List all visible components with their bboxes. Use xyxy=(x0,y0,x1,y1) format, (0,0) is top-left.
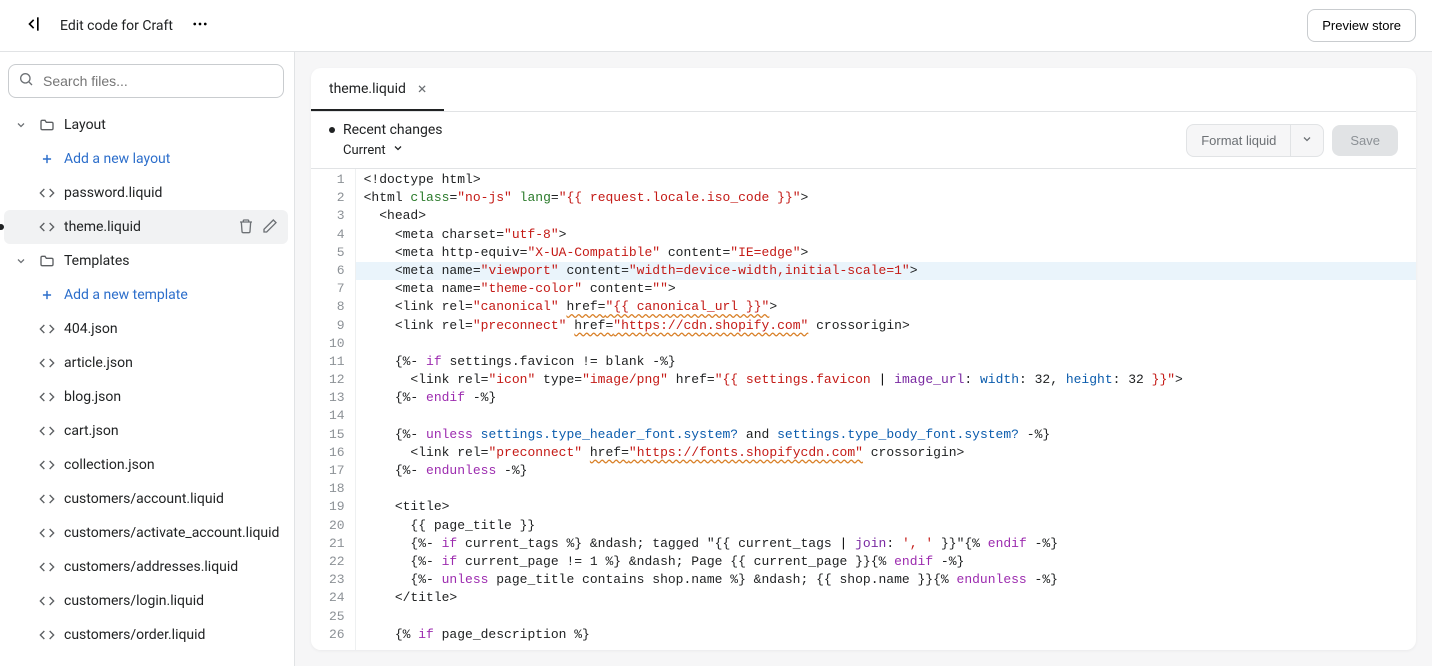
file-row-template[interactable]: customers/addresses.liquid xyxy=(4,550,288,584)
tab-theme-liquid[interactable]: theme.liquid × xyxy=(311,68,444,111)
sidebar: Layout Add a new layout password.liquid … xyxy=(0,52,295,666)
code-icon xyxy=(38,525,56,541)
add-layout-label: Add a new layout xyxy=(64,151,280,167)
plus-icon xyxy=(38,288,56,302)
code-icon xyxy=(38,457,56,473)
dots-horizontal-icon xyxy=(191,15,209,36)
editor-toolbar: Recent changes Current Format liquid xyxy=(311,112,1416,169)
search-icon xyxy=(18,71,34,91)
file-row-layout[interactable]: theme.liquid xyxy=(4,210,288,244)
code-editor[interactable]: 1234567891011121314151617181920212223242… xyxy=(311,169,1416,650)
code-icon xyxy=(38,491,56,507)
file-row-template[interactable]: customers/login.liquid xyxy=(4,584,288,618)
format-liquid-group: Format liquid xyxy=(1186,124,1324,157)
code-icon xyxy=(38,627,56,643)
exit-button[interactable] xyxy=(16,8,48,43)
file-name: customers/addresses.liquid xyxy=(64,559,280,575)
file-name: password.liquid xyxy=(64,185,280,201)
search-input[interactable] xyxy=(8,64,284,98)
add-layout-button[interactable]: Add a new layout xyxy=(4,142,288,176)
save-button[interactable]: Save xyxy=(1332,125,1398,156)
add-template-label: Add a new template xyxy=(64,287,280,303)
search-wrapper xyxy=(8,64,284,98)
code-icon xyxy=(38,219,56,235)
plus-icon xyxy=(38,152,56,166)
rename-file-button[interactable] xyxy=(260,216,280,239)
folder-icon xyxy=(38,253,56,269)
file-name: customers/login.liquid xyxy=(64,593,280,609)
group-layout[interactable]: Layout xyxy=(4,108,288,142)
topbar-left: Edit code for Craft xyxy=(16,8,215,43)
file-row-layout[interactable]: password.liquid xyxy=(4,176,288,210)
editor-area: theme.liquid × Recent changes Current xyxy=(295,52,1432,666)
chevron-down-icon xyxy=(12,255,30,267)
file-name: customers/account.liquid xyxy=(64,491,280,507)
close-icon[interactable]: × xyxy=(418,81,427,97)
code-icon xyxy=(38,593,56,609)
page-title: Edit code for Craft xyxy=(60,18,173,34)
file-name: cart.json xyxy=(64,423,280,439)
chevron-down-icon xyxy=(392,142,404,158)
preview-store-button[interactable]: Preview store xyxy=(1307,9,1416,42)
add-template-button[interactable]: Add a new template xyxy=(4,278,288,312)
file-name: theme.liquid xyxy=(64,219,228,235)
code-icon xyxy=(38,185,56,201)
delete-file-button[interactable] xyxy=(236,216,256,239)
chevron-down-icon xyxy=(1301,133,1313,148)
file-name: article.json xyxy=(64,355,280,371)
change-indicator-dot xyxy=(329,127,335,133)
line-gutter: 1234567891011121314151617181920212223242… xyxy=(311,169,356,650)
group-label: Layout xyxy=(64,117,280,133)
code-icon xyxy=(38,559,56,575)
code-icon xyxy=(38,389,56,405)
file-row-template[interactable]: customers/order.liquid xyxy=(4,618,288,652)
more-actions-button[interactable] xyxy=(185,9,215,42)
file-row-template[interactable]: collection.json xyxy=(4,448,288,482)
exit-icon xyxy=(22,14,42,37)
tab-label: theme.liquid xyxy=(329,81,406,97)
topbar: Edit code for Craft Preview store xyxy=(0,0,1432,52)
code-icon xyxy=(38,321,56,337)
file-row-template[interactable]: cart.json xyxy=(4,414,288,448)
format-liquid-button[interactable]: Format liquid xyxy=(1186,124,1291,157)
code-icon xyxy=(38,423,56,439)
chevron-down-icon xyxy=(12,119,30,131)
file-name: customers/order.liquid xyxy=(64,627,280,643)
version-selector[interactable]: Current xyxy=(329,142,442,158)
file-row-template[interactable]: blog.json xyxy=(4,380,288,414)
format-liquid-dropdown[interactable] xyxy=(1291,124,1324,157)
main: Layout Add a new layout password.liquid … xyxy=(0,52,1432,666)
recent-changes-label: Recent changes xyxy=(329,122,442,138)
file-name: 404.json xyxy=(64,321,280,337)
file-row-template[interactable]: customers/activate_account.liquid xyxy=(4,516,288,550)
file-name: customers/activate_account.liquid xyxy=(64,525,280,541)
code-content[interactable]: <!doctype html><html class="no-js" lang=… xyxy=(356,169,1416,650)
file-row-template[interactable]: customers/account.liquid xyxy=(4,482,288,516)
group-label: Templates xyxy=(64,253,280,269)
folder-icon xyxy=(38,117,56,133)
group-templates[interactable]: Templates xyxy=(4,244,288,278)
file-row-template[interactable]: 404.json xyxy=(4,312,288,346)
pencil-icon xyxy=(262,218,278,237)
editor-card: theme.liquid × Recent changes Current xyxy=(311,68,1416,650)
file-name: blog.json xyxy=(64,389,280,405)
file-row-template[interactable]: article.json xyxy=(4,346,288,380)
tab-bar: theme.liquid × xyxy=(311,68,1416,112)
code-icon xyxy=(38,355,56,371)
trash-icon xyxy=(238,218,254,237)
file-name: collection.json xyxy=(64,457,280,473)
